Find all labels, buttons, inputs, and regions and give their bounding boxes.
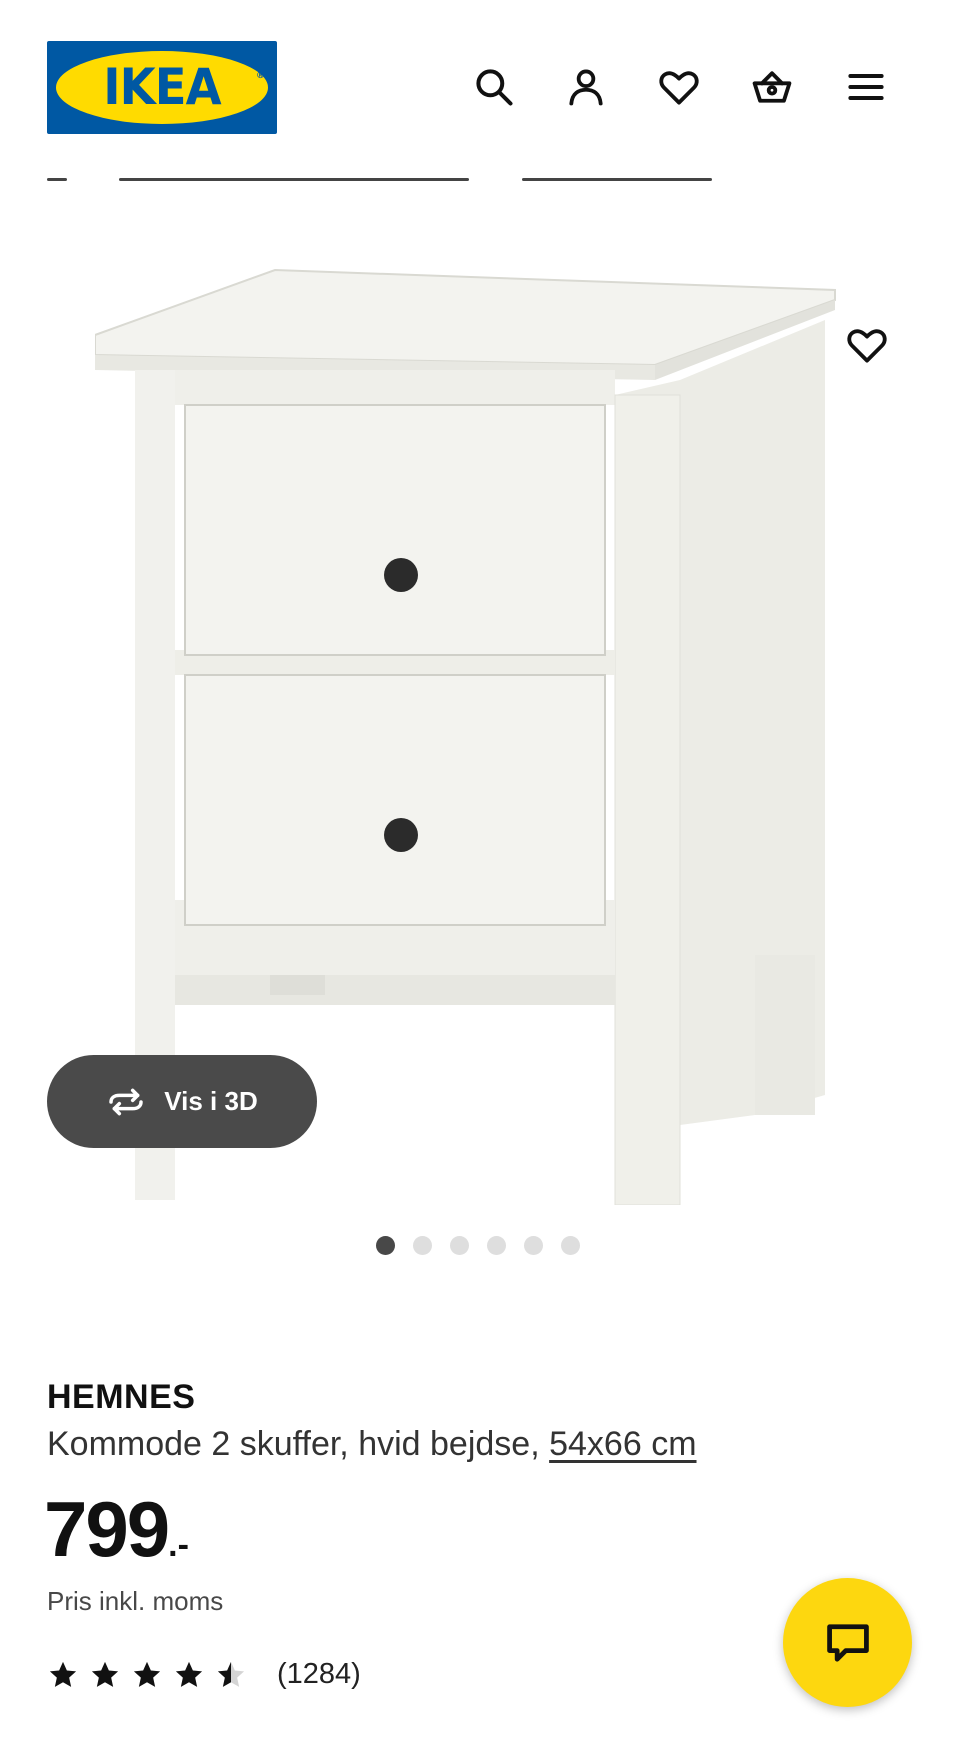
star-icon — [49, 1661, 77, 1687]
price-vat-note: Pris inkl. moms — [47, 1586, 224, 1616]
product-description: Kommode 2 skuffer, hvid bejdse, 54x66 cm — [47, 1425, 697, 1464]
chat-icon — [826, 1623, 869, 1662]
menu-button[interactable] — [842, 63, 890, 111]
profile-button[interactable] — [562, 63, 610, 111]
product-description-text: Kommode 2 skuffer, hvid bejdse, — [47, 1425, 540, 1463]
basket-icon — [752, 71, 792, 103]
rating-stars — [47, 1659, 247, 1691]
search-button[interactable] — [470, 63, 518, 111]
basket-button[interactable] — [748, 63, 796, 111]
site-header: IKEA ® — [0, 0, 960, 160]
product-size-link[interactable]: 54x66 cm — [549, 1425, 696, 1463]
logo-registered-mark: ® — [256, 71, 265, 81]
menu-icon — [848, 73, 884, 101]
favourites-button[interactable] — [655, 63, 703, 111]
logo-text: IKEA — [103, 58, 221, 116]
breadcrumb — [47, 160, 747, 188]
profile-icon — [569, 69, 603, 106]
carousel-dot[interactable] — [413, 1236, 432, 1255]
search-icon — [476, 69, 513, 106]
star-icon — [133, 1661, 161, 1687]
carousel-dot[interactable] — [487, 1236, 506, 1255]
product-name: HEMNES — [47, 1378, 196, 1416]
star-icon — [175, 1661, 203, 1687]
view-in-3d-button[interactable]: Vis i 3D — [47, 1055, 317, 1148]
review-count: (1284) — [277, 1658, 361, 1690]
carousel-dot[interactable] — [561, 1236, 580, 1255]
product-favourite-button[interactable] — [842, 320, 892, 370]
rotate-3d-icon — [109, 1088, 144, 1115]
star-icon — [217, 1661, 245, 1687]
carousel-dot[interactable] — [524, 1236, 543, 1255]
star-icon — [91, 1661, 119, 1687]
product-price: 799.- — [44, 1484, 189, 1575]
favourites-icon — [659, 71, 699, 105]
carousel-dot[interactable] — [450, 1236, 469, 1255]
ikea-logo[interactable]: IKEA ® — [47, 41, 277, 134]
price-main: 799 — [44, 1485, 170, 1573]
chat-button[interactable] — [783, 1578, 912, 1707]
view-in-3d-label: Vis i 3D — [164, 1086, 258, 1116]
carousel-dot[interactable] — [376, 1236, 395, 1255]
product-rating[interactable]: (1284) — [47, 1658, 361, 1691]
image-carousel-dots[interactable] — [376, 1236, 580, 1255]
heart-icon — [847, 329, 887, 363]
price-suffix: .- — [168, 1526, 189, 1564]
